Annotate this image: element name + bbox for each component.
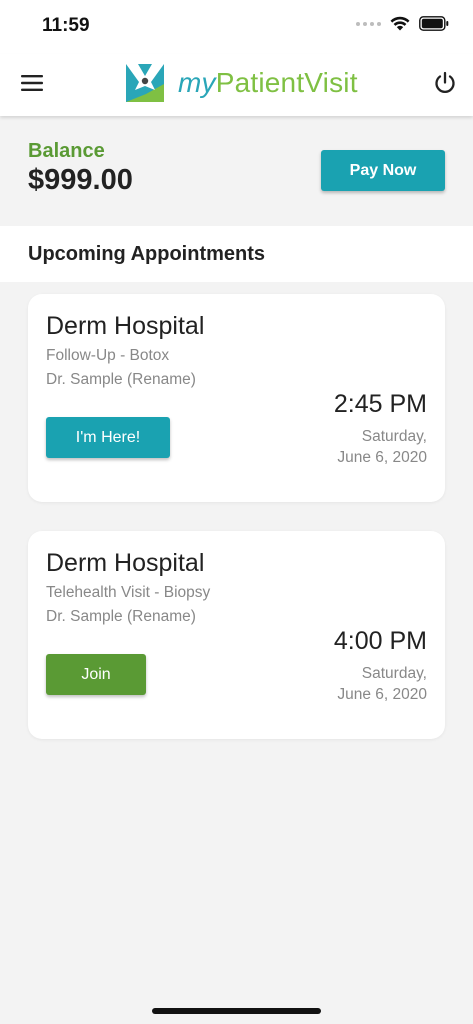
appointment-day: Saturday,	[361, 428, 427, 445]
join-button[interactable]: Join	[46, 654, 146, 695]
signal-icon	[356, 21, 381, 26]
appointment-date: Saturday, June 6, 2020	[337, 426, 427, 468]
logo-mark-icon	[126, 64, 164, 102]
appointment-date-text: June 6, 2020	[337, 686, 427, 703]
app-header: myPatientVisit	[0, 54, 473, 116]
balance-label: Balance	[28, 140, 105, 162]
doctor-name: Dr. Sample (Rename)	[46, 608, 196, 625]
appointment-card[interactable]: Derm Hospital Follow-Up - Botox Dr. Samp…	[28, 294, 445, 502]
pay-now-button[interactable]: Pay Now	[321, 150, 445, 191]
home-indicator[interactable]	[152, 1008, 321, 1014]
status-time: 11:59	[42, 15, 90, 36]
visit-type: Follow-Up - Botox	[46, 347, 170, 364]
appointment-time: 2:45 PM	[333, 390, 427, 418]
status-bar: 11:59	[0, 0, 473, 54]
app-logo: myPatientVisit	[126, 64, 358, 102]
upcoming-header: Upcoming Appointments	[0, 226, 473, 282]
facility-name: Derm Hospital	[46, 312, 205, 340]
battery-icon	[419, 16, 449, 31]
appointment-card[interactable]: Derm Hospital Telehealth Visit - Biopsy …	[28, 531, 445, 739]
appointment-date-text: June 6, 2020	[337, 449, 427, 466]
appointment-day: Saturday,	[361, 665, 427, 682]
im-here-button[interactable]: I'm Here!	[46, 417, 170, 458]
section-title: Upcoming Appointments	[28, 243, 266, 265]
power-icon[interactable]	[432, 70, 458, 96]
wifi-icon	[390, 16, 410, 31]
logo-text: myPatientVisit	[178, 67, 358, 99]
appointment-date: Saturday, June 6, 2020	[337, 663, 427, 705]
visit-type: Telehealth Visit - Biopsy	[46, 584, 211, 601]
hamburger-menu-icon[interactable]	[21, 73, 44, 93]
appointment-time: 4:00 PM	[333, 627, 427, 655]
balance-section: Balance $999.00 Pay Now	[0, 116, 473, 224]
facility-name: Derm Hospital	[46, 549, 205, 577]
balance-amount: $999.00	[28, 164, 133, 196]
doctor-name: Dr. Sample (Rename)	[46, 371, 196, 388]
status-icons	[356, 16, 449, 31]
logo-prefix: my	[178, 67, 216, 98]
logo-name: PatientVisit	[215, 67, 358, 98]
